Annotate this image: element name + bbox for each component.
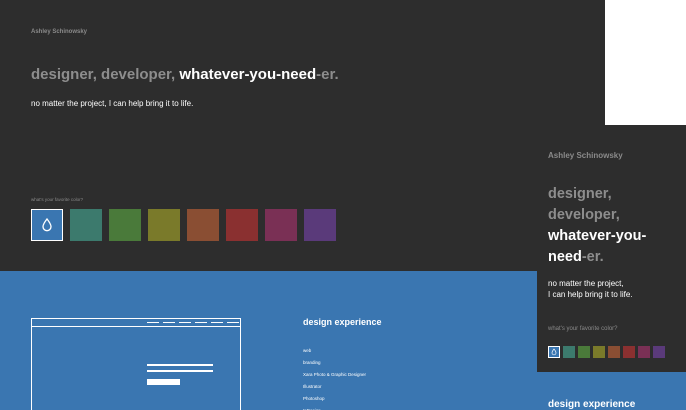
wireframe-nav-line <box>163 322 175 323</box>
mobile-preview: Ashley Schinowsky designer, developer, w… <box>537 125 686 410</box>
color-swatch[interactable] <box>226 209 258 241</box>
mobile-tagline-line: I can help bring it to life. <box>548 290 633 299</box>
page-headline: designer, developer, whatever-you-need-e… <box>31 66 339 83</box>
mobile-site-name[interactable]: Ashley Schinowsky <box>548 151 623 160</box>
mobile-experience-section: design experience <box>537 372 686 410</box>
water-drop-icon <box>551 348 557 356</box>
color-swatch[interactable] <box>70 209 102 241</box>
color-swatch[interactable] <box>638 346 650 358</box>
experience-item: Photoshop <box>303 396 325 401</box>
site-name[interactable]: Ashley Schinowsky <box>31 29 87 35</box>
color-swatch[interactable] <box>109 209 141 241</box>
headline-suffix: -er. <box>316 66 339 83</box>
color-question: what's your favorite color? <box>31 197 84 202</box>
color-swatch[interactable] <box>31 209 63 241</box>
desktop-preview: Ashley Schinowsky designer, developer, w… <box>0 0 605 410</box>
color-swatch[interactable] <box>578 346 590 358</box>
color-swatch[interactable] <box>623 346 635 358</box>
experience-title: design experience <box>303 317 382 327</box>
experience-item: web <box>303 348 312 353</box>
experience-item: InDesign <box>303 405 366 410</box>
wireframe-button <box>147 379 180 385</box>
mobile-color-swatches <box>548 346 665 358</box>
mobile-tagline: no matter the project, I can help bring … <box>548 278 680 300</box>
experience-item: Illustrator <box>303 384 322 389</box>
wireframe-nav-line <box>147 322 159 323</box>
mobile-color-question: what's your favorite color? <box>548 326 618 332</box>
water-drop-icon <box>42 217 52 232</box>
color-swatch[interactable] <box>608 346 620 358</box>
wireframe-header-divider <box>32 326 240 327</box>
experience-list: web branding Xara Photo & Graphic Designer… <box>303 345 366 410</box>
wireframe-text-line <box>147 364 213 366</box>
color-swatch[interactable] <box>563 346 575 358</box>
experience-item: branding <box>303 360 321 365</box>
mobile-tagline-line: no matter the project, <box>548 279 624 288</box>
color-swatch[interactable] <box>548 346 560 358</box>
wireframe-text-line <box>147 370 213 372</box>
color-swatch[interactable] <box>187 209 219 241</box>
color-swatch[interactable] <box>148 209 180 241</box>
wireframe-nav-line <box>211 322 223 323</box>
wireframe-nav-line <box>195 322 207 323</box>
mobile-headline-line: developer, <box>548 207 620 223</box>
wireframe-nav-line <box>227 322 239 323</box>
mobile-headline-line: designer, <box>548 186 612 202</box>
wireframe-nav-line <box>179 322 191 323</box>
headline-text: designer, developer, <box>31 66 180 83</box>
color-swatch[interactable] <box>653 346 665 358</box>
tagline: no matter the project, I can help bring … <box>31 99 194 108</box>
mobile-headline: designer, developer, whatever-you- need-… <box>548 184 680 268</box>
color-swatch[interactable] <box>304 209 336 241</box>
color-swatch[interactable] <box>265 209 297 241</box>
experience-item: Xara Photo & Graphic Designer <box>303 372 367 377</box>
mobile-headline-highlight: need <box>548 249 582 265</box>
mobile-experience-title: design experience <box>548 399 636 410</box>
experience-section: design experience web branding Xara Photo … <box>0 271 605 410</box>
hero-section: Ashley Schinowsky designer, developer, w… <box>0 0 605 271</box>
headline-highlight: whatever-you-need <box>179 66 317 83</box>
mobile-headline-highlight: whatever-you- <box>548 228 647 244</box>
mobile-headline-suffix: -er. <box>581 249 604 265</box>
browser-wireframe-illustration <box>31 318 241 410</box>
color-swatch[interactable] <box>593 346 605 358</box>
color-swatches <box>31 209 336 241</box>
